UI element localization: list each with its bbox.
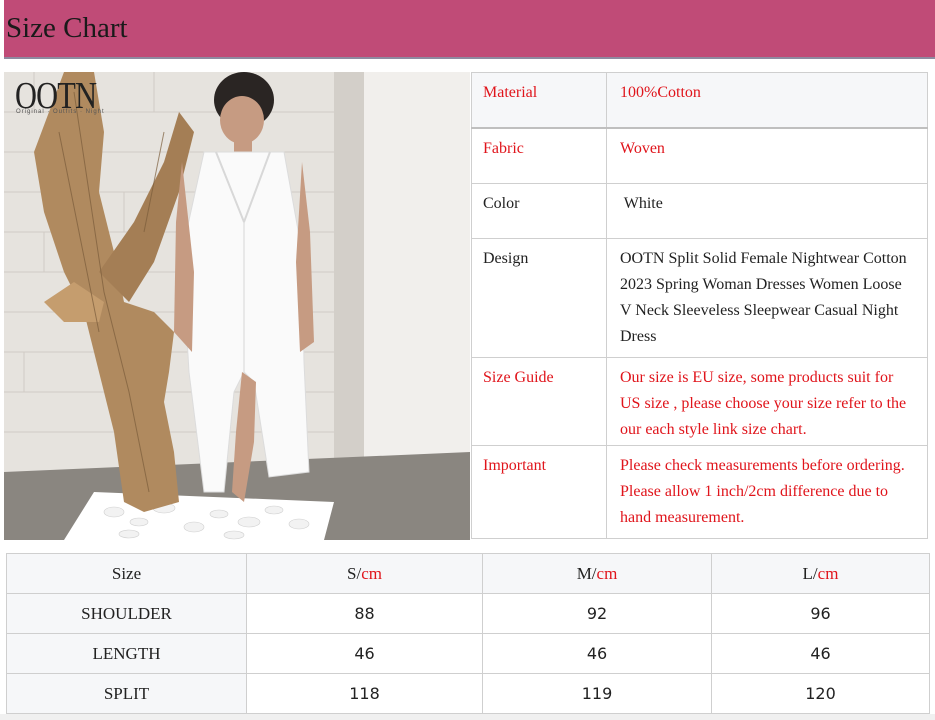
size-m-value: 92 xyxy=(482,593,712,634)
size-m-value: 46 xyxy=(482,633,712,674)
size-l-value: 120 xyxy=(711,673,930,714)
spec-value: OOTN Split Solid Female Nightwear Cotton… xyxy=(606,238,928,358)
spec-row-fabric: Fabric Woven xyxy=(471,127,928,184)
size-measurement-table: Size S/cm M/cm L/cm SHOULDER 88 92 96 LE… xyxy=(6,553,930,714)
size-column-header: Size xyxy=(6,553,247,594)
page-title: Size Chart xyxy=(6,12,128,44)
spec-row-important: Important Please check measurements befo… xyxy=(471,445,928,539)
unit-label: cm xyxy=(817,563,839,583)
spec-label: Color xyxy=(471,183,607,239)
size-s-value: 88 xyxy=(246,593,483,634)
spec-value: Our size is EU size, some products suit … xyxy=(606,357,928,446)
spec-label: Material xyxy=(471,72,607,129)
spec-row-material: Material 100%Cotton xyxy=(471,72,928,129)
size-s-value: 46 xyxy=(246,633,483,674)
spec-value: Please check measurements before orderin… xyxy=(606,445,928,539)
measurement-label: SHOULDER xyxy=(6,593,247,634)
spec-label: Important xyxy=(471,445,607,539)
size-m-value: 119 xyxy=(482,673,712,714)
spec-row-size-guide: Size Guide Our size is EU size, some pro… xyxy=(471,357,928,446)
size-m-label: M/ xyxy=(576,563,597,583)
unit-label: cm xyxy=(596,563,618,583)
spec-value: Woven xyxy=(606,127,928,184)
spec-value: White xyxy=(606,183,928,239)
product-photo: OOTN Original · Outfits · Night xyxy=(4,72,470,540)
measurement-label: SPLIT xyxy=(6,673,247,714)
size-l-column-header: L/cm xyxy=(711,553,930,594)
table-row: SPLIT 118 119 120 xyxy=(6,673,930,714)
spec-label: Design xyxy=(471,238,607,358)
size-s-value: 118 xyxy=(246,673,483,714)
size-s-label: S/ xyxy=(347,563,362,583)
spec-value: 100%Cotton xyxy=(606,72,928,129)
bottom-divider xyxy=(0,714,935,720)
spec-label: Fabric xyxy=(471,127,607,184)
measurement-label: LENGTH xyxy=(6,633,247,674)
size-l-label: L/ xyxy=(802,563,818,583)
brand-tagline: Original · Outfits · Night xyxy=(16,109,105,115)
size-chart-header: Size Chart xyxy=(4,0,935,59)
model-in-white-dress-image xyxy=(4,72,470,540)
spec-row-design: Design OOTN Split Solid Female Nightwear… xyxy=(471,238,928,358)
table-row: LENGTH 46 46 46 xyxy=(6,633,930,674)
size-m-column-header: M/cm xyxy=(482,553,712,594)
size-l-value: 46 xyxy=(711,633,930,674)
product-spec-table: Material 100%Cotton Fabric Woven Color W… xyxy=(471,72,928,539)
size-table-header-row: Size S/cm M/cm L/cm xyxy=(6,553,930,594)
size-s-column-header: S/cm xyxy=(246,553,483,594)
unit-label: cm xyxy=(361,563,382,583)
table-row: SHOULDER 88 92 96 xyxy=(6,593,930,634)
spec-label: Size Guide xyxy=(471,357,607,446)
spec-row-color: Color White xyxy=(471,183,928,239)
size-l-value: 96 xyxy=(711,593,930,634)
